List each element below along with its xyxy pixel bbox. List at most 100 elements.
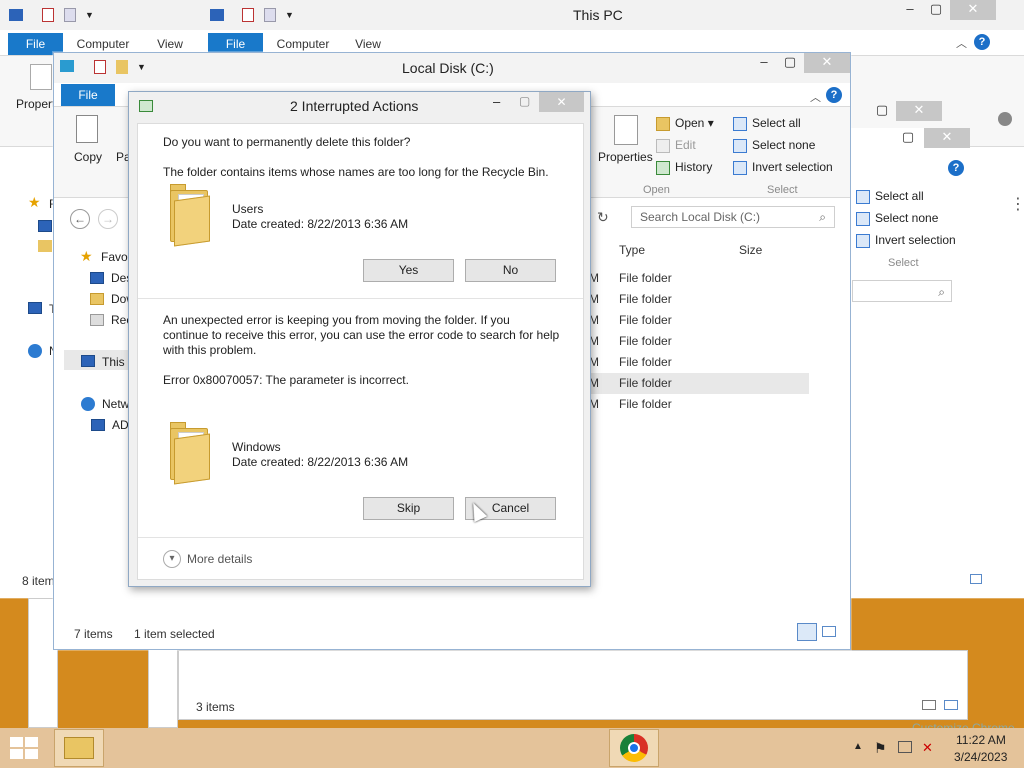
no-button[interactable]: No	[465, 259, 556, 282]
dialog-question: Do you want to permanently delete this f…	[163, 135, 411, 149]
column-type[interactable]: Type	[619, 243, 645, 257]
select-all-button[interactable]: Select all	[733, 116, 801, 131]
action-center-flag-icon[interactable]: ⚑	[874, 740, 887, 757]
properties-button-back[interactable]: Propert	[16, 97, 55, 111]
status-selected: 1 item selected	[134, 627, 215, 641]
dialog-app-icon	[139, 100, 153, 112]
qat-properties-icon-3[interactable]	[94, 60, 106, 74]
windows-folder-icon	[168, 422, 212, 485]
invert-selection-back[interactable]: Invert selection	[856, 233, 956, 248]
this-pc-bottom-panel	[178, 650, 968, 720]
item2-name: Windows	[232, 440, 281, 454]
right-window2-close[interactable]: ✕	[896, 101, 942, 121]
start-windows-icon[interactable]	[10, 737, 38, 759]
nav-ad[interactable]: AD	[112, 418, 129, 432]
select-all-back[interactable]: Select all	[856, 189, 924, 204]
row-type[interactable]: File folder	[619, 376, 672, 390]
chevron-up-icon-ld[interactable]: ︿	[810, 89, 821, 105]
qat-dropdown-icon-3[interactable]: ▼	[137, 62, 146, 72]
qat-properties-icon[interactable]	[42, 8, 54, 22]
nav-this-pc[interactable]: This I	[102, 355, 131, 369]
file-explorer-icon	[64, 737, 94, 759]
history-button[interactable]: History	[656, 160, 712, 175]
right-window-maximize[interactable]: ▢	[888, 128, 928, 148]
error-code: Error 0x80070057: The parameter is incor…	[163, 373, 409, 387]
row-type[interactable]: File folder	[619, 355, 672, 369]
properties-button[interactable]: Properties	[598, 150, 653, 164]
section-divider	[138, 298, 583, 299]
qat-folder-icon-3[interactable]	[116, 60, 128, 74]
open-icon	[656, 116, 670, 131]
yes-button[interactable]: Yes	[363, 259, 454, 282]
this-pc-close-button[interactable]: ✕	[950, 0, 996, 20]
desktop-icon	[90, 272, 104, 284]
nav-network[interactable]: Netw	[102, 397, 129, 411]
more-icon[interactable]: ⋮	[1010, 194, 1024, 214]
large-icons-view-icon[interactable]	[822, 626, 836, 637]
volume-muted-icon[interactable]: ✕	[922, 740, 933, 756]
interrupted-actions-dialog: 2 Interrupted Actions – ▢ ✕ Do you want …	[128, 91, 591, 587]
search-input[interactable]: Search Local Disk (C:) ⌕	[631, 206, 835, 228]
properties-icon	[614, 115, 638, 145]
back-arrow-icon[interactable]: ←	[70, 209, 90, 229]
status-item-count: 7 items	[74, 627, 113, 641]
qat-dropdown-icon-2[interactable]: ▼	[285, 10, 294, 20]
row-type[interactable]: File folder	[619, 397, 672, 411]
skip-button[interactable]: Skip	[363, 497, 454, 520]
help-icon[interactable]: ?	[974, 34, 990, 50]
qat-dropdown-icon[interactable]: ▼	[85, 10, 94, 20]
qat-drive-icon[interactable]	[60, 60, 74, 72]
dialog-minimize-button[interactable]: –	[493, 94, 500, 109]
refresh-icon[interactable]: ↻	[597, 209, 609, 226]
qat-pc-icon[interactable]	[9, 9, 23, 21]
back-status-items: 8 item	[22, 574, 55, 588]
row-type[interactable]: File folder	[619, 313, 672, 327]
more-details-link[interactable]: More details	[187, 552, 252, 567]
item2-date: Date created: 8/22/2013 6:36 AM	[232, 455, 409, 469]
help-icon-right[interactable]: ?	[948, 160, 964, 176]
chrome-icon-center	[628, 742, 640, 754]
network-tray-icon[interactable]	[898, 741, 912, 753]
qat-newfolder-icon[interactable]	[64, 8, 76, 22]
invert-selection-icon	[856, 233, 870, 248]
row-type[interactable]: File folder	[619, 292, 672, 306]
details-view-icon-bottom[interactable]	[922, 700, 936, 710]
tiles-view-icon-bottom[interactable]	[944, 700, 958, 710]
local-disk-close[interactable]: ✕	[804, 53, 850, 73]
help-icon-ld[interactable]: ?	[826, 87, 842, 103]
qat-newfolder-icon-2[interactable]	[264, 8, 276, 22]
column-size[interactable]: Size	[739, 243, 762, 257]
row-type[interactable]: File folder	[619, 271, 672, 285]
local-disk-tab-file[interactable]: File	[61, 84, 115, 106]
edit-button[interactable]: Edit	[656, 138, 696, 153]
forward-arrow-icon[interactable]: →	[98, 209, 118, 229]
select-none-button[interactable]: Select none	[733, 138, 815, 153]
right-window-close[interactable]: ✕	[924, 128, 970, 148]
select-all-icon-ld	[733, 116, 747, 131]
clock-time[interactable]: 11:22 AM	[956, 733, 1006, 747]
search-input-back[interactable]: ⌕	[852, 280, 952, 302]
layout-icon-right[interactable]	[970, 574, 982, 584]
search-icon: ⌕	[819, 210, 826, 224]
clock-date[interactable]: 3/24/2023	[954, 750, 1007, 764]
chevron-down-icon[interactable]: ▾	[163, 550, 181, 568]
error-text-line-3: with this problem.	[163, 343, 257, 357]
invert-selection-button[interactable]: Invert selection	[733, 160, 833, 175]
qat-properties-icon-2[interactable]	[242, 8, 254, 22]
this-pc-icon	[81, 355, 95, 367]
details-view-icon[interactable]	[797, 623, 817, 641]
chevron-up-icon[interactable]: ︿	[956, 35, 967, 51]
show-hidden-icons-chevron-icon[interactable]: ▲	[853, 741, 863, 752]
row-type[interactable]: File folder	[619, 334, 672, 348]
error-text-line-1: An unexpected error is keeping you from …	[163, 313, 510, 327]
nav-favorites[interactable]: Favo	[101, 250, 128, 264]
select-none-back[interactable]: Select none	[856, 211, 938, 226]
select-group-label-back: Select	[888, 257, 919, 269]
dialog-maximize-button[interactable]: ▢	[519, 94, 530, 108]
copy-button[interactable]: Copy	[74, 150, 102, 164]
downloads-icon	[90, 293, 104, 305]
open-button[interactable]: Open ▾	[656, 116, 714, 131]
invert-selection-icon-ld	[733, 160, 747, 175]
dialog-close-button[interactable]: ✕	[539, 92, 584, 112]
qat-pc-icon-2[interactable]	[210, 9, 224, 21]
